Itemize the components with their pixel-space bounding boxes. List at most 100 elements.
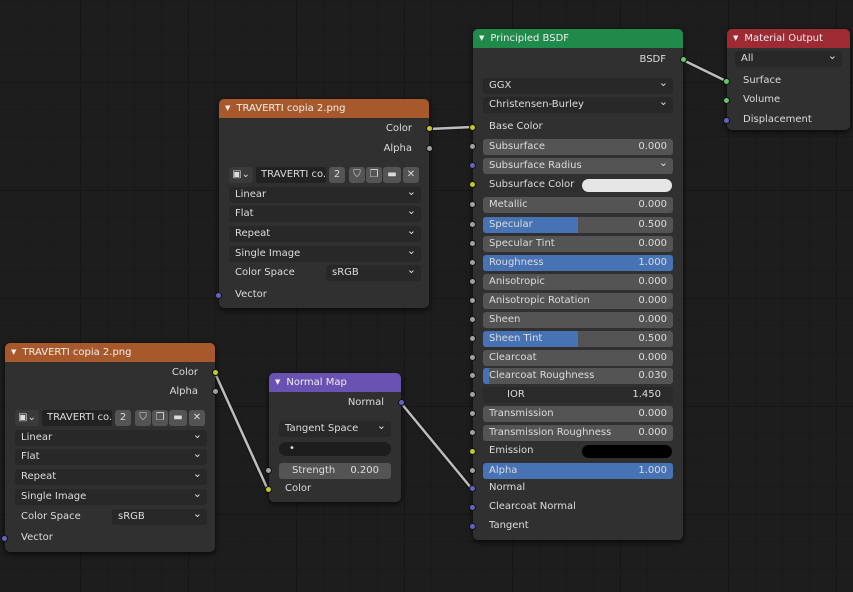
normal-map-node[interactable]: ▼ Normal Map Normal Tangent Space • Stren… — [265, 373, 405, 502]
open-folder-icon[interactable]: ▬ — [169, 410, 187, 426]
node-header[interactable]: ▼ TRAVERTI copia 2.png — [5, 343, 215, 362]
specular-field[interactable]: Specular 0.500 — [483, 217, 673, 233]
input-transmission-socket[interactable] — [469, 410, 476, 417]
input-vector-socket[interactable] — [215, 292, 222, 299]
subsurface-color-swatch[interactable] — [582, 179, 672, 192]
node-header[interactable]: ▼ Material Output — [727, 29, 850, 48]
output-color-socket[interactable] — [212, 369, 219, 376]
input-strength-socket[interactable] — [265, 467, 272, 474]
input-base-color-socket[interactable] — [469, 124, 476, 131]
input-ior-socket[interactable] — [469, 391, 476, 398]
fake-user-shield-icon[interactable]: ⛉ — [135, 410, 151, 426]
material-output-node[interactable]: ▼ Material Output All Surface Volume Disp… — [723, 29, 850, 130]
input-transmission-roughness-socket[interactable] — [469, 429, 476, 436]
projection-dropdown[interactable]: Flat — [15, 446, 207, 465]
ior-field[interactable]: IOR 1.450 — [483, 387, 673, 403]
field-value: 1.450 — [632, 389, 661, 400]
space-dropdown[interactable]: Tangent Space — [279, 418, 391, 437]
collapse-arrow-icon[interactable]: ▼ — [479, 34, 484, 42]
target-dropdown[interactable]: All — [735, 48, 842, 67]
node-header[interactable]: ▼ Normal Map — [269, 373, 401, 392]
input-roughness-socket[interactable] — [469, 259, 476, 266]
transmission-field[interactable]: Transmission 0.000 — [483, 406, 673, 422]
anisotropic-rotation-field[interactable]: Anisotropic Rotation 0.000 — [483, 293, 673, 309]
projection-dropdown[interactable]: Flat — [229, 203, 421, 222]
input-vector-socket[interactable] — [1, 535, 8, 542]
close-icon[interactable]: ✕ — [189, 410, 205, 426]
image-name-field[interactable]: TRAVERTI co.. — [256, 167, 326, 183]
distribution-dropdown[interactable]: GGX — [483, 75, 673, 94]
extension-dropdown[interactable]: Repeat — [229, 223, 421, 242]
collapse-arrow-icon[interactable]: ▼ — [275, 378, 280, 386]
input-anisotropic-socket[interactable] — [469, 278, 476, 285]
source-dropdown[interactable]: Single Image — [15, 486, 207, 505]
alpha-field[interactable]: Alpha 1.000 — [483, 463, 673, 479]
color-space-dropdown[interactable]: sRGB — [326, 262, 421, 281]
input-tangent-socket[interactable] — [469, 523, 476, 530]
source-dropdown[interactable]: Single Image — [229, 243, 421, 262]
fake-user-shield-icon[interactable]: ⛉ — [349, 167, 365, 183]
clearcoat-roughness-field[interactable]: Clearcoat Roughness 0.030 — [483, 368, 673, 384]
open-folder-icon[interactable]: ▬ — [383, 167, 401, 183]
image-selector[interactable]: ▣⌄ TRAVERTI co.. 2 ⛉ ❐ ▬ ✕ — [229, 167, 421, 185]
input-clearcoat-socket[interactable] — [469, 354, 476, 361]
duplicate-icon[interactable]: ❐ — [366, 167, 382, 183]
input-sheen-tint-socket[interactable] — [469, 335, 476, 342]
input-metallic-socket[interactable] — [469, 201, 476, 208]
image-texture-node-top[interactable]: ▼ TRAVERTI copia 2.png Color Alpha ▣⌄ TRA… — [215, 99, 433, 308]
image-texture-node-bottom[interactable]: ▼ TRAVERTI copia 2.png Color Alpha ▣⌄ TRA… — [1, 343, 219, 552]
input-volume-socket[interactable] — [723, 97, 730, 104]
input-specular-socket[interactable] — [469, 221, 476, 228]
output-bsdf-socket[interactable] — [680, 56, 687, 63]
input-clearcoat-normal-socket[interactable] — [469, 504, 476, 511]
metallic-field[interactable]: Metallic 0.000 — [483, 197, 673, 213]
input-specular-tint-socket[interactable] — [469, 240, 476, 247]
node-header[interactable]: ▼ Principled BSDF — [473, 29, 683, 48]
input-surface-socket[interactable] — [723, 78, 730, 85]
close-icon[interactable]: ✕ — [403, 167, 419, 183]
anisotropic-field[interactable]: Anisotropic 0.000 — [483, 274, 673, 290]
subsurface-method-dropdown[interactable]: Christensen-Burley — [483, 94, 673, 113]
collapse-arrow-icon[interactable]: ▼ — [225, 104, 230, 112]
roughness-field[interactable]: Roughness 1.000 — [483, 255, 673, 271]
input-subsurface-socket[interactable] — [469, 143, 476, 150]
sheen-field[interactable]: Sheen 0.000 — [483, 312, 673, 328]
image-selector[interactable]: ▣⌄ TRAVERTI co.. 2 ⛉ ❐ ▬ ✕ — [15, 410, 207, 428]
extension-dropdown[interactable]: Repeat — [15, 466, 207, 485]
input-alpha-socket[interactable] — [469, 467, 476, 474]
subsurface-field[interactable]: Subsurface 0.000 — [483, 139, 673, 155]
duplicate-icon[interactable]: ❐ — [152, 410, 168, 426]
specular-tint-field[interactable]: Specular Tint 0.000 — [483, 236, 673, 252]
input-subsurface-color-socket[interactable] — [469, 181, 476, 188]
color-space-dropdown[interactable]: sRGB — [112, 506, 207, 525]
subsurface-radius-dropdown[interactable]: Subsurface Radius — [483, 155, 673, 174]
node-header[interactable]: ▼ TRAVERTI copia 2.png — [219, 99, 429, 118]
input-subsurface-radius-socket[interactable] — [469, 162, 476, 169]
principled-bsdf-node[interactable]: ▼ Principled BSDF BSDF GGX Christensen-Bu… — [469, 29, 687, 540]
input-color-socket[interactable] — [265, 486, 272, 493]
input-clearcoat-roughness-socket[interactable] — [469, 372, 476, 379]
input-anisotropic-rotation-socket[interactable] — [469, 297, 476, 304]
output-normal-socket[interactable] — [398, 399, 405, 406]
interpolation-dropdown[interactable]: Linear — [229, 184, 421, 203]
sheen-tint-field[interactable]: Sheen Tint 0.500 — [483, 331, 673, 347]
input-displacement-socket[interactable] — [723, 117, 730, 124]
collapse-arrow-icon[interactable]: ▼ — [11, 348, 16, 356]
uv-map-field[interactable]: • — [279, 442, 391, 456]
image-name-field[interactable]: TRAVERTI co.. — [42, 410, 112, 426]
interpolation-dropdown[interactable]: Linear — [15, 427, 207, 446]
output-alpha-socket[interactable] — [426, 145, 433, 152]
image-browse-icon[interactable]: ▣⌄ — [15, 410, 39, 426]
transmission-roughness-field[interactable]: Transmission Roughness 0.000 — [483, 425, 673, 441]
field-value: 0.000 — [638, 238, 667, 249]
strength-field[interactable]: Strength 0.200 — [279, 463, 391, 479]
image-browse-icon[interactable]: ▣⌄ — [229, 167, 253, 183]
input-emission-socket[interactable] — [469, 448, 476, 455]
input-normal-socket[interactable] — [469, 485, 476, 492]
input-sheen-socket[interactable] — [469, 316, 476, 323]
output-color-socket[interactable] — [426, 125, 433, 132]
output-alpha-socket[interactable] — [212, 388, 219, 395]
emission-color-swatch[interactable] — [582, 445, 672, 458]
collapse-arrow-icon[interactable]: ▼ — [733, 34, 738, 42]
clearcoat-field[interactable]: Clearcoat 0.000 — [483, 350, 673, 366]
